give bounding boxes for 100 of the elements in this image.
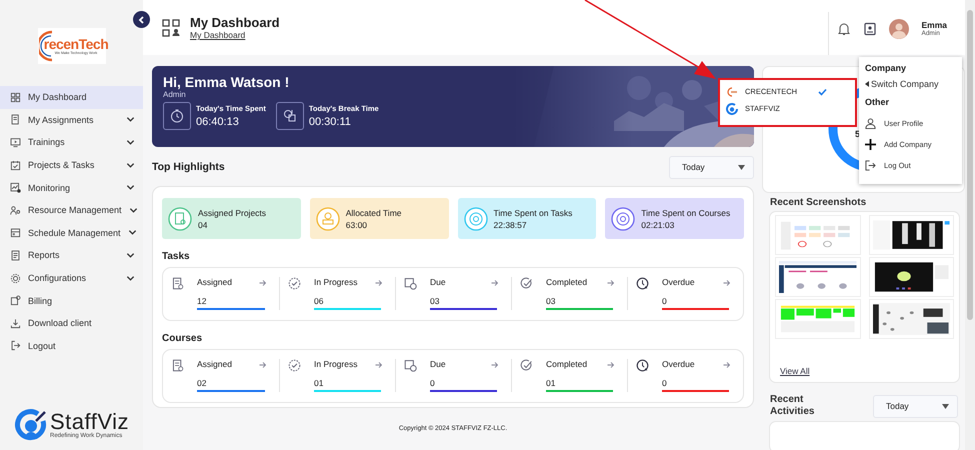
- check-circle-icon: [288, 277, 301, 290]
- chevron-down-icon[interactable]: [126, 183, 135, 192]
- stat-value: 0: [430, 378, 436, 390]
- section-title: Recent Screenshots: [770, 197, 868, 208]
- nav-item[interactable]: Resource Management: [0, 198, 143, 222]
- stat-label: In Progress: [314, 359, 358, 371]
- caret-down-icon: [738, 164, 745, 170]
- highlight-value: 02:21:03: [641, 220, 676, 230]
- company-logo-icon: [726, 86, 738, 98]
- page-title: My Dashboard: [190, 15, 280, 30]
- logout-icon: [10, 340, 21, 352]
- nav-item[interactable]: Schedule Management: [0, 222, 143, 244]
- monitor-icon: [10, 136, 21, 148]
- menu-heading: Other: [865, 97, 890, 107]
- highlight-label: Assigned Projects: [198, 208, 266, 218]
- greeting: Hi, Emma Watson !: [163, 74, 290, 90]
- chevron-down-icon[interactable]: [126, 115, 135, 124]
- bell-icon[interactable]: [837, 22, 852, 36]
- breadcrumb-link[interactable]: My Dashboard: [190, 30, 280, 40]
- highlight-value: 22:38:57: [494, 220, 528, 230]
- stat-value: 12: [197, 296, 208, 308]
- chevron-left-icon: [138, 16, 146, 24]
- logout-icon: [865, 160, 876, 171]
- stat-value: 06:40:13: [196, 116, 240, 128]
- view-all-link[interactable]: View All: [780, 366, 810, 376]
- check-icon: [520, 277, 533, 290]
- company-logo-icon: [726, 102, 738, 114]
- collapse-button[interactable]: [133, 11, 150, 28]
- section-title: Courses: [162, 333, 204, 344]
- stat-label: Overdue: [662, 277, 696, 289]
- chart-icon: [10, 182, 21, 194]
- stat-label: In Progress: [314, 277, 358, 289]
- user-icon: [865, 118, 876, 129]
- arrow-right-icon[interactable]: [607, 361, 615, 369]
- period-dropdown[interactable]: Today: [669, 156, 754, 178]
- nav-item[interactable]: Projects & Tasks: [0, 154, 143, 176]
- switch-company-item[interactable]: Switch Company: [865, 79, 956, 89]
- calendar-icon: [10, 160, 21, 171]
- document-icon: [10, 114, 21, 126]
- arrow-right-icon[interactable]: [259, 361, 267, 369]
- arrow-right-icon[interactable]: [375, 361, 383, 369]
- user-name: Emma: [921, 20, 947, 30]
- nav-item[interactable]: Reports: [0, 244, 143, 267]
- chevron-down-icon[interactable]: [128, 206, 138, 215]
- menu-heading: Company: [865, 63, 908, 73]
- chevron-down-icon[interactable]: [126, 250, 135, 260]
- stat-label: Completed: [546, 359, 588, 371]
- stat-value: 01: [314, 378, 324, 390]
- check-icon: [520, 359, 533, 372]
- stopwatch-icon: [163, 102, 191, 130]
- badge-icon[interactable]: [863, 22, 878, 36]
- stat-value: 0: [662, 378, 668, 390]
- calendar-icon: [10, 227, 21, 238]
- arrow-right-icon[interactable]: [723, 361, 731, 369]
- section-title: Top Highlights: [152, 161, 225, 173]
- nav-item[interactable]: Download client: [0, 312, 143, 335]
- chevron-down-icon[interactable]: [128, 228, 137, 238]
- chevron-down-icon[interactable]: [126, 160, 135, 170]
- stat-value: 03: [546, 296, 556, 308]
- user-role: Admin: [163, 90, 186, 99]
- stat-value: 00:30:11: [308, 116, 352, 128]
- stat-label: Due: [430, 359, 447, 371]
- avatar[interactable]: [889, 18, 910, 38]
- chevron-down-icon[interactable]: [126, 274, 135, 283]
- highlight-label: Allocated Time: [346, 208, 402, 218]
- check-circle-icon: [288, 359, 301, 372]
- nav-item[interactable]: Logout: [0, 334, 143, 358]
- clock-icon: [636, 277, 649, 290]
- stat-label: Completed: [546, 277, 588, 289]
- nav-item[interactable]: My Assignments: [0, 108, 143, 132]
- caret-down-icon: [942, 404, 949, 408]
- nav-item[interactable]: Monitoring: [0, 176, 143, 199]
- grid-icon: [10, 92, 21, 103]
- chevron-down-icon[interactable]: [126, 138, 135, 147]
- period-dropdown[interactable]: Today: [873, 394, 958, 418]
- gear-icon: [10, 272, 21, 284]
- stat-label: Overdue: [662, 359, 696, 371]
- stat-label: Due: [430, 277, 447, 289]
- caret-left-icon: [865, 81, 869, 87]
- people-icon: [10, 204, 21, 216]
- highlight-label: Time Spent on Tasks: [494, 208, 572, 218]
- grid-icon: [162, 18, 180, 36]
- nav-item[interactable]: Configurations: [0, 266, 143, 290]
- nav-item[interactable]: My Dashboard: [0, 86, 143, 109]
- stat-value: 02: [197, 378, 208, 390]
- stat-label: Assigned: [197, 359, 233, 371]
- document-icon: [171, 277, 184, 290]
- arrow-right-icon[interactable]: [723, 279, 731, 287]
- scrollbar[interactable]: [965, 0, 975, 450]
- arrow-right-icon[interactable]: [375, 279, 383, 287]
- nav-item[interactable]: Billing: [0, 289, 143, 312]
- arrow-right-icon[interactable]: [491, 279, 499, 287]
- arrow-right-icon[interactable]: [607, 279, 615, 287]
- arrow-right-icon[interactable]: [491, 361, 499, 369]
- arrow-right-icon[interactable]: [259, 279, 267, 287]
- stat-value: 01: [546, 378, 556, 390]
- nav-item[interactable]: Trainings: [0, 131, 143, 154]
- section-title: Tasks: [162, 251, 191, 262]
- calendar-clock-icon: [404, 277, 417, 290]
- document-icon: [171, 359, 184, 372]
